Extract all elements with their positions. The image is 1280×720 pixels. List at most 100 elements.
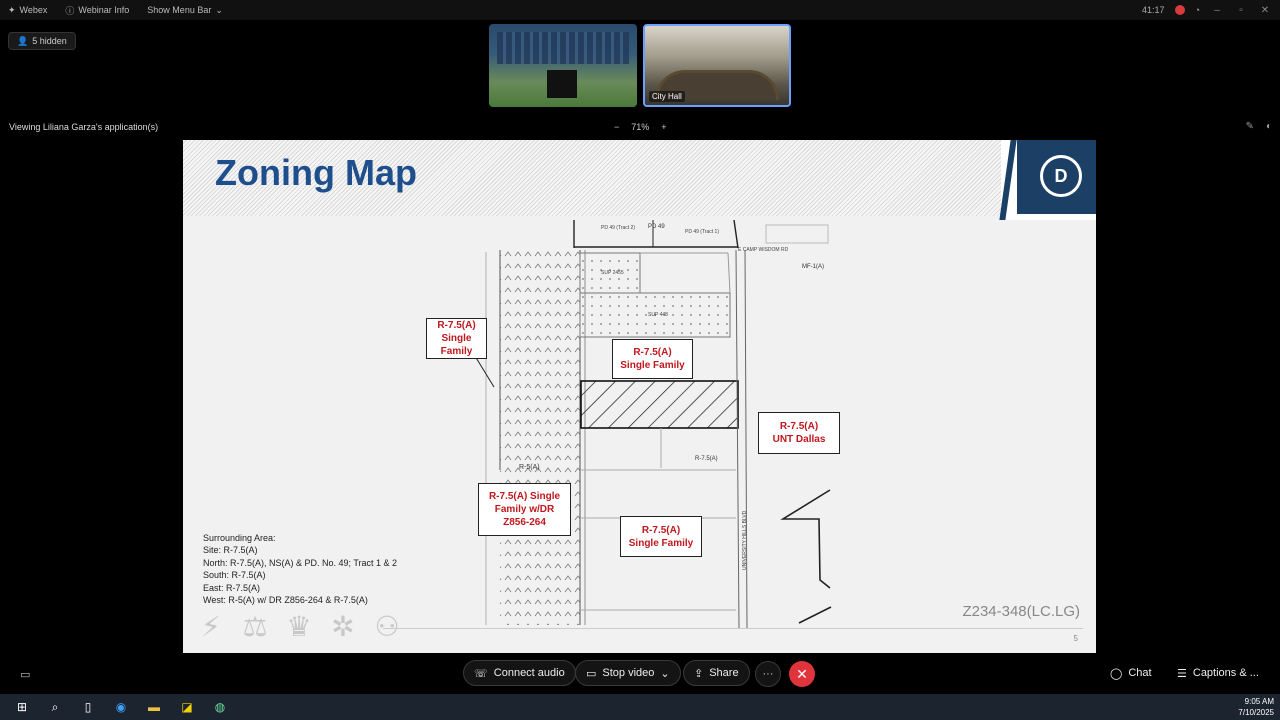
title-bar-right: 41:17 ◔ – ▫ ✕ xyxy=(1142,0,1272,20)
zoning-label-northwest-line3: Family xyxy=(440,346,473,357)
map-text-r75: R-7.5(A) xyxy=(695,456,718,462)
webex-window: ✦ Webex ⓘ Webinar Info Show Menu Bar ⌄ 4… xyxy=(0,0,1280,720)
footer-rule xyxy=(383,628,1083,629)
zoning-label-center-line1: R-7.5(A) xyxy=(633,347,672,358)
clock-time: 9:05 AM xyxy=(1244,697,1274,706)
runner-icon: ⚡ xyxy=(201,611,221,642)
seating-rows xyxy=(497,32,629,64)
file-explorer-icon[interactable]: ▬ xyxy=(143,698,165,716)
zoning-label-center: R-7.5(A) Single Family xyxy=(612,339,693,379)
webinar-info-button[interactable]: ⓘ Webinar Info xyxy=(65,4,129,17)
surrounding-west: West: R-5(A) w/ DR Z856-264 & R-7.5(A) xyxy=(203,595,368,606)
connect-audio-button[interactable]: ☏ Connect audio xyxy=(463,660,576,686)
map-text-pd-tract1: PD 49 (Tract 1) xyxy=(685,229,719,235)
surrounding-south: South: R-7.5(A) xyxy=(203,570,266,581)
chevron-down-icon: ⌄ xyxy=(215,4,223,15)
zoning-label-center-line2: Single Family xyxy=(620,360,685,371)
zoom-level: 71% xyxy=(631,122,650,132)
map-text-sup1: SUP 2455 xyxy=(601,270,624,276)
map-text-university: UNIVERSITY HILLS BLVD xyxy=(742,510,748,570)
edge-browser-icon[interactable]: ◉ xyxy=(110,698,132,716)
zoning-label-northwest-line2: Single xyxy=(441,333,472,344)
shared-slide: Zoning Map D PD 49 (Tract 2) PD 49 PD 49… xyxy=(183,140,1096,653)
webex-logo-icon: ✦ xyxy=(8,4,16,15)
zoning-label-south-line1: R-7.5(A) xyxy=(641,524,681,536)
closed-caption-icon[interactable]: ▭ xyxy=(20,668,30,681)
page-number: 5 xyxy=(1073,634,1078,643)
surrounding-area-legend: Surrounding Area: Site: R-7.5(A) North: … xyxy=(203,532,397,606)
zoning-label-south: R-7.5(A) Single Family xyxy=(620,516,702,557)
info-icon: ⓘ xyxy=(65,5,75,16)
annotate-icon[interactable]: ✎ xyxy=(1246,121,1254,132)
map-parcel-west xyxy=(500,250,580,625)
zoom-out-button[interactable]: − xyxy=(614,122,619,132)
windows-start-icon[interactable]: ⊞ xyxy=(11,698,33,716)
zoom-in-button[interactable]: + xyxy=(661,122,666,132)
zoning-label-east-line2: UNT Dallas xyxy=(772,434,826,445)
os-taskbar: ⊞ ⌕ ▯ ◉ ▬ ◪ ◍ 9:05 AM 7/10/2025 xyxy=(0,694,1280,720)
audio-icon: ☏ xyxy=(474,667,488,680)
chat-button[interactable]: ◯ Chat xyxy=(1110,667,1152,680)
maximize-button[interactable]: ▫ xyxy=(1234,5,1248,16)
minimize-button[interactable]: – xyxy=(1210,5,1224,16)
subject-site xyxy=(580,380,739,429)
recording-icon[interactable] xyxy=(1174,5,1185,15)
video-thumbnail-1[interactable] xyxy=(489,24,637,107)
zoning-label-southwest-line2: Family w/DR xyxy=(494,504,555,515)
person-icon: 👤 xyxy=(17,35,29,46)
share-icon: ⇪ xyxy=(694,667,704,680)
captions-button[interactable]: ☰ Captions & ... xyxy=(1177,667,1259,680)
map-text-sup2: SUP 448 xyxy=(648,312,668,318)
search-icon[interactable]: ⌕ xyxy=(44,698,66,716)
zoning-label-southwest-line3: Z856-264 xyxy=(503,517,546,528)
map-text-road: E CAMP WISDOM RD xyxy=(738,247,789,253)
system-clock[interactable]: 9:05 AM 7/10/2025 xyxy=(1238,696,1274,718)
clock-date: 7/10/2025 xyxy=(1238,708,1274,717)
meeting-controls: ▭ ☏ Connect audio ▭ Stop video ⌄ ⇪ Share… xyxy=(0,656,1280,692)
thumbnail-label: City Hall xyxy=(649,91,685,102)
hidden-participants-button[interactable]: 👤 5 hidden xyxy=(8,32,76,50)
zoning-label-northwest: R-7.5(A) Single Family xyxy=(426,318,487,359)
video-thumbnail-2[interactable]: City Hall xyxy=(643,24,791,107)
tools-icon: ✲ xyxy=(331,611,355,642)
zoning-label-east: R-7.5(A) UNT Dallas xyxy=(758,412,840,454)
sticky-notes-icon[interactable]: ◪ xyxy=(176,698,198,716)
show-menu-bar-button[interactable]: Show Menu Bar ⌄ xyxy=(147,5,223,16)
map-text-pd-tract2: PD 49 (Tract 2) xyxy=(601,225,635,231)
zoning-label-northwest-line1: R-7.5(A) xyxy=(437,320,476,331)
chevron-down-icon[interactable]: ⌄ xyxy=(660,667,669,680)
zoom-controls: − 71% + xyxy=(614,122,667,132)
stop-video-button[interactable]: ▭ Stop video ⌄ xyxy=(575,660,681,686)
captions-icon: ☰ xyxy=(1177,668,1187,680)
map-text-pd49: PD 49 xyxy=(648,224,665,230)
podium xyxy=(547,70,577,98)
footer-icons: ⚡ ⚖ ♛ ✲ ⚇ xyxy=(193,610,405,643)
file-icon[interactable]: ▯ xyxy=(77,698,99,716)
webex-menu[interactable]: ✦ Webex xyxy=(8,5,47,16)
surrounding-site: Site: R-7.5(A) xyxy=(203,545,258,556)
more-options-button[interactable]: ··· xyxy=(755,661,781,687)
close-window-button[interactable]: ✕ xyxy=(1258,5,1272,16)
zoning-label-southwest: R-7.5(A) Single Family w/DR Z856-264 xyxy=(478,483,571,536)
settings-icon[interactable]: ◔ xyxy=(1195,5,1200,15)
case-number: Z234-348(LC.LG) xyxy=(962,603,1080,620)
leave-meeting-button[interactable]: ✕ xyxy=(789,661,815,687)
share-button[interactable]: ⇪ Share xyxy=(683,660,750,686)
scales-icon: ⚖ xyxy=(242,611,268,642)
surrounding-north: North: R-7.5(A), NS(A) & PD. No. 49; Tra… xyxy=(203,557,398,568)
viewing-share-label: Viewing Liliana Garza's application(s) xyxy=(9,122,159,132)
title-bar: ✦ Webex ⓘ Webinar Info Show Menu Bar ⌄ 4… xyxy=(0,0,1280,20)
people-icon: ⚇ xyxy=(374,611,400,642)
trophy-icon: ♛ xyxy=(286,611,312,642)
zoning-label-east-line1: R-7.5(A) xyxy=(779,421,819,432)
surrounding-east: East: R-7.5(A) xyxy=(203,582,261,593)
zoning-label-south-line2: Single Family xyxy=(628,537,694,549)
meeting-timer: 41:17 xyxy=(1142,5,1165,15)
webex-taskbar-icon[interactable]: ◍ xyxy=(209,698,231,716)
surrounding-heading: Surrounding Area: xyxy=(203,533,276,543)
chat-icon: ◯ xyxy=(1110,668,1123,680)
share-view-options: ✎ ◐ xyxy=(1246,121,1272,132)
map-text-r5: R-5(A) xyxy=(519,464,540,471)
zoning-label-southwest-line1: R-7.5(A) Single xyxy=(488,491,561,502)
view-options-icon[interactable]: ◐ xyxy=(1266,121,1272,132)
